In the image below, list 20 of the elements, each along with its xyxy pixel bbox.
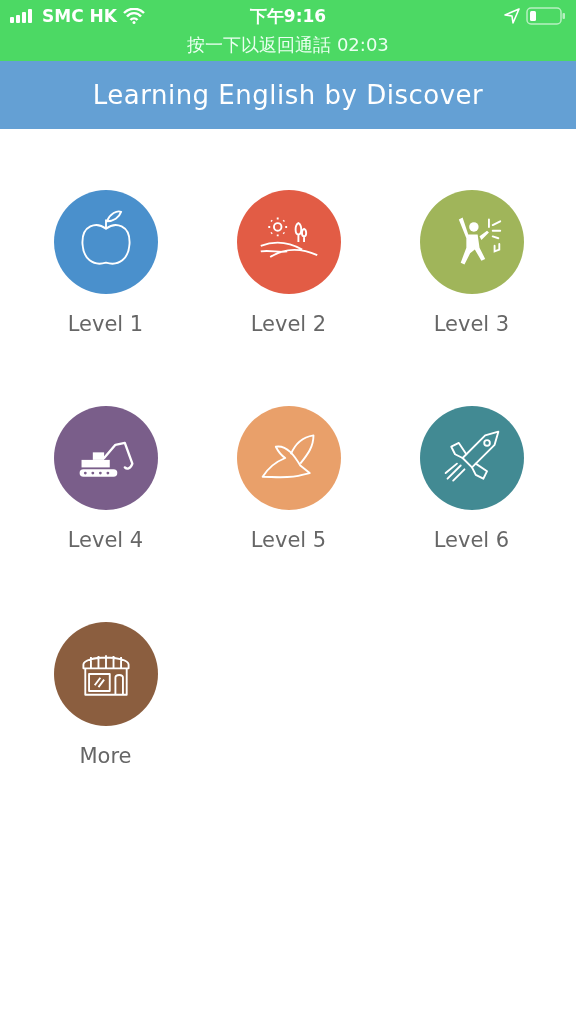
location-arrow-icon [504, 8, 520, 24]
level-label: More [79, 744, 132, 768]
level-button[interactable]: Level 4 [14, 406, 197, 552]
level-button[interactable]: Level 5 [197, 406, 380, 552]
level-label: Level 1 [67, 312, 144, 336]
clock-time: 下午9:16 [249, 4, 327, 28]
level-button[interactable]: Level 6 [380, 406, 563, 552]
level-button[interactable]: Level 3 [380, 190, 563, 336]
level-label: Level 4 [67, 528, 144, 552]
level-label: Level 6 [433, 528, 510, 552]
level-button[interactable]: Level 1 [14, 190, 197, 336]
app-title: Learning English by Discover [92, 80, 484, 110]
level-button[interactable]: More [14, 622, 197, 768]
carrier-name: SMC HK [42, 6, 117, 26]
battery-icon [526, 7, 566, 25]
level-button[interactable]: Level 2 [197, 190, 380, 336]
level-label: Level 3 [433, 312, 510, 336]
level-label: Level 5 [250, 528, 327, 552]
level-label: Level 2 [250, 312, 327, 336]
wifi-icon [122, 8, 145, 24]
